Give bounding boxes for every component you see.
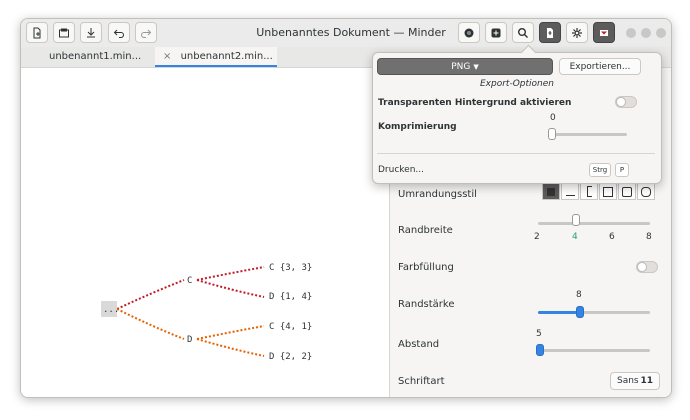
border-width-slider[interactable] [538,222,650,225]
header-bar: Unbenanntes Dokument — Minder [21,19,671,48]
open-file-icon[interactable] [53,22,75,43]
link-width-label: Randstärke [398,299,455,310]
sticker-icon[interactable] [485,22,507,43]
compression-knob[interactable] [548,128,556,140]
border-style-label: Umrandungsstil [398,189,477,200]
tick-label: 6 [609,232,615,242]
border-style-pill[interactable] [637,183,655,200]
link-width-value: 8 [576,290,582,300]
tab-document-2[interactable]: × unbenannt2.min... [155,47,277,67]
branch-link [196,279,265,298]
fill-label: Farbfüllung [398,262,454,273]
record-icon[interactable] [458,22,480,43]
leaf-node[interactable]: C {3, 3} [269,263,312,273]
compression-slider[interactable] [551,133,627,136]
node-c[interactable]: C [187,276,192,286]
minimize-dot[interactable] [626,28,636,38]
close-icon[interactable]: × [163,51,171,62]
divider [377,153,655,154]
compression-label: Komprimierung [378,122,457,132]
font-size: 11 [640,376,653,386]
font-chooser-button[interactable]: Sans 11 [610,372,660,390]
padding-value: 5 [536,329,542,339]
print-label[interactable]: Drucken... [378,165,424,175]
shortcut-key: P [615,163,629,177]
branch-link [196,266,265,281]
shortcut-key: Strg [589,163,611,177]
new-document-icon[interactable] [26,22,48,43]
tab-document-1[interactable]: unbenannt1.min... [21,47,155,67]
leaf-node[interactable]: C {4, 1} [269,322,312,332]
branch-link [116,279,185,310]
padding-knob[interactable] [536,344,544,356]
padding-label: Abstand [398,339,440,350]
format-dropdown[interactable]: PNG ▼ [377,58,553,75]
tab-label: unbenannt1.min... [49,51,142,62]
border-width-label: Randbreite [398,225,453,236]
search-icon[interactable] [512,22,534,43]
border-style-bracket[interactable] [580,183,598,200]
transparent-switch[interactable] [615,96,637,108]
border-style-squared[interactable] [542,183,560,200]
tick-label: 4 [572,232,578,242]
mindmap-svg: ... C D C {3, 3} D {1, 4} C {4, 1} D {2,… [101,263,312,362]
branch-link [196,325,265,340]
export-options-title: Export-Optionen [480,79,554,89]
maximize-dot[interactable] [641,28,651,38]
chevron-down-icon: ▼ [473,62,479,71]
branch-link [196,338,265,357]
font-name: Sans [617,376,639,386]
border-width-knob[interactable] [572,214,580,226]
padding-slider[interactable] [538,349,650,352]
fill-switch[interactable] [636,261,658,273]
node-d[interactable]: D [187,335,192,345]
window-title: Unbenanntes Dokument — Minder [256,26,446,39]
export-popover: PNG ▼ Exportieren... Export-Optionen Tra… [372,44,662,184]
save-icon[interactable] [80,22,102,43]
root-node-label: ... [103,305,119,315]
compression-value: 0 [550,113,556,123]
tick-label: 2 [534,232,540,242]
border-style-box[interactable] [599,183,617,200]
border-style-underlined[interactable] [561,183,579,200]
undo-icon[interactable] [108,22,130,43]
export-button[interactable]: Exportieren... [559,58,641,75]
leaf-node[interactable]: D {2, 2} [269,352,312,362]
format-value: PNG [451,61,471,72]
redo-icon[interactable] [135,22,157,43]
transparent-label: Transparenten Hintergrund aktivieren [378,98,572,108]
link-width-knob[interactable] [576,306,584,318]
export-icon[interactable] [539,22,561,43]
branch-link [116,308,185,340]
font-label: Schriftart [398,376,445,387]
tick-label: 8 [646,232,652,242]
border-style-rounded[interactable] [618,183,636,200]
leaf-node[interactable]: D {1, 4} [269,292,312,302]
quit-icon[interactable] [593,22,615,43]
mindmap-canvas[interactable]: ... C D C {3, 3} D {1, 4} C {4, 1} D {2,… [21,68,389,397]
close-dot[interactable] [656,28,666,38]
link-width-fill [538,311,578,314]
tab-label: unbenannt2.min... [180,51,273,62]
gear-icon[interactable] [566,22,588,43]
